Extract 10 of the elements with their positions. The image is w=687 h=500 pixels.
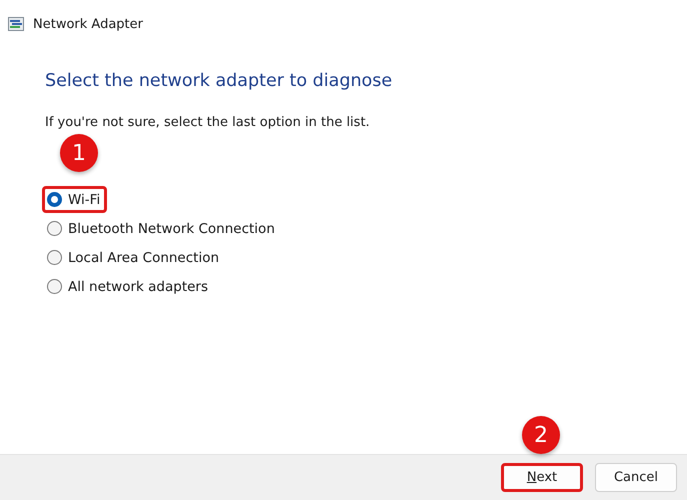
adapter-option[interactable]: Local Area Connection bbox=[42, 244, 226, 271]
instruction-text: If you're not sure, select the last option in the list. bbox=[45, 115, 371, 130]
cancel-button[interactable]: Cancel bbox=[595, 463, 677, 492]
step-badge: 2 bbox=[522, 416, 560, 454]
adapter-option[interactable]: Bluetooth Network Connection bbox=[42, 215, 282, 242]
page-heading: Select the network adapter to diagnose bbox=[45, 71, 394, 91]
step-badge: 1 bbox=[60, 134, 98, 172]
adapter-option[interactable]: All network adapters bbox=[42, 273, 216, 300]
window-title: Network Adapter bbox=[33, 16, 143, 32]
network-adapter-icon bbox=[8, 17, 24, 31]
